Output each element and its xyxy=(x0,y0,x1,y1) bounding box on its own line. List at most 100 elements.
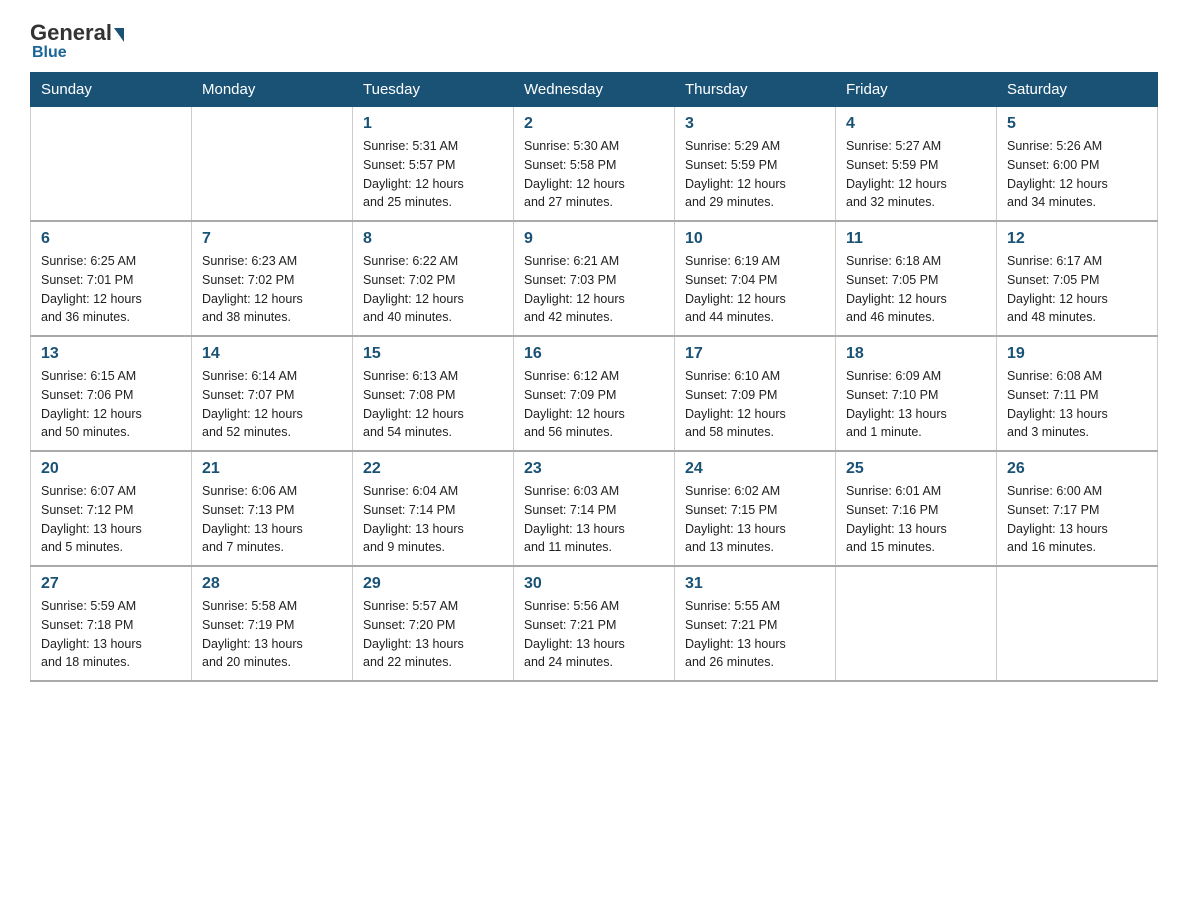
calendar-cell: 7Sunrise: 6:23 AMSunset: 7:02 PMDaylight… xyxy=(192,221,353,336)
day-number: 23 xyxy=(524,460,664,478)
day-info: Sunrise: 6:08 AMSunset: 7:11 PMDaylight:… xyxy=(1007,367,1147,442)
day-number: 8 xyxy=(363,230,503,248)
day-info: Sunrise: 6:12 AMSunset: 7:09 PMDaylight:… xyxy=(524,367,664,442)
day-number: 13 xyxy=(41,345,181,363)
calendar-header: SundayMondayTuesdayWednesdayThursdayFrid… xyxy=(31,73,1158,107)
day-info: Sunrise: 6:09 AMSunset: 7:10 PMDaylight:… xyxy=(846,367,986,442)
calendar-cell: 5Sunrise: 5:26 AMSunset: 6:00 PMDaylight… xyxy=(997,107,1158,222)
calendar-cell: 25 Sunrise: 6:01 AMSunset: 7:16 PMDayligh… xyxy=(836,451,997,566)
day-info: Sunrise: 6:15 AMSunset: 7:06 PMDaylight:… xyxy=(41,367,181,442)
calendar-cell: 20 Sunrise: 6:07 AMSunset: 7:12 PMDayligh… xyxy=(31,451,192,566)
day-of-week-header: Wednesday xyxy=(514,73,675,107)
calendar-cell: 22 Sunrise: 6:04 AMSunset: 7:14 PMDayligh… xyxy=(353,451,514,566)
day-number: 4 xyxy=(846,115,986,133)
day-number: 27 xyxy=(41,575,181,593)
calendar-cell: 14Sunrise: 6:14 AMSunset: 7:07 PMDayligh… xyxy=(192,336,353,451)
day-number: 19 xyxy=(1007,345,1147,363)
logo-blue-text: Blue xyxy=(32,44,67,62)
day-of-week-header: Thursday xyxy=(675,73,836,107)
day-of-week-header: Monday xyxy=(192,73,353,107)
calendar-cell: 8 Sunrise: 6:22 AMSunset: 7:02 PMDaylight… xyxy=(353,221,514,336)
calendar-cell: 18 Sunrise: 6:09 AMSunset: 7:10 PMDayligh… xyxy=(836,336,997,451)
day-number: 22 xyxy=(363,460,503,478)
day-number: 20 xyxy=(41,460,181,478)
day-info: Sunrise: 6:03 AMSunset: 7:14 PMDaylight:… xyxy=(524,482,664,557)
day-number: 24 xyxy=(685,460,825,478)
page-header: General Blue xyxy=(30,20,1158,62)
day-number: 18 xyxy=(846,345,986,363)
calendar-cell: 10Sunrise: 6:19 AMSunset: 7:04 PMDayligh… xyxy=(675,221,836,336)
day-info: Sunrise: 5:30 AMSunset: 5:58 PMDaylight:… xyxy=(524,137,664,212)
calendar-cell: 23 Sunrise: 6:03 AMSunset: 7:14 PMDayligh… xyxy=(514,451,675,566)
calendar-cell: 17Sunrise: 6:10 AMSunset: 7:09 PMDayligh… xyxy=(675,336,836,451)
day-info: Sunrise: 5:55 AMSunset: 7:21 PMDaylight:… xyxy=(685,597,825,672)
calendar-cell xyxy=(192,107,353,222)
day-number: 12 xyxy=(1007,230,1147,248)
day-of-week-header: Tuesday xyxy=(353,73,514,107)
day-info: Sunrise: 6:07 AMSunset: 7:12 PMDaylight:… xyxy=(41,482,181,557)
calendar-cell: 2 Sunrise: 5:30 AMSunset: 5:58 PMDaylight… xyxy=(514,107,675,222)
calendar-cell: 11 Sunrise: 6:18 AMSunset: 7:05 PMDayligh… xyxy=(836,221,997,336)
day-info: Sunrise: 6:18 AMSunset: 7:05 PMDaylight:… xyxy=(846,252,986,327)
day-info: Sunrise: 5:56 AMSunset: 7:21 PMDaylight:… xyxy=(524,597,664,672)
day-number: 14 xyxy=(202,345,342,363)
day-info: Sunrise: 6:06 AMSunset: 7:13 PMDaylight:… xyxy=(202,482,342,557)
calendar-cell: 30Sunrise: 5:56 AMSunset: 7:21 PMDayligh… xyxy=(514,566,675,681)
day-info: Sunrise: 6:17 AMSunset: 7:05 PMDaylight:… xyxy=(1007,252,1147,327)
logo-general-text: General xyxy=(30,20,112,46)
day-number: 21 xyxy=(202,460,342,478)
day-number: 11 xyxy=(846,230,986,248)
day-info: Sunrise: 6:25 AMSunset: 7:01 PMDaylight:… xyxy=(41,252,181,327)
calendar-cell: 1 Sunrise: 5:31 AMSunset: 5:57 PMDaylight… xyxy=(353,107,514,222)
day-of-week-header: Friday xyxy=(836,73,997,107)
day-number: 17 xyxy=(685,345,825,363)
day-number: 9 xyxy=(524,230,664,248)
calendar-cell: 24 Sunrise: 6:02 AMSunset: 7:15 PMDayligh… xyxy=(675,451,836,566)
calendar-cell: 28Sunrise: 5:58 AMSunset: 7:19 PMDayligh… xyxy=(192,566,353,681)
day-number: 25 xyxy=(846,460,986,478)
calendar-cell: 26Sunrise: 6:00 AMSunset: 7:17 PMDayligh… xyxy=(997,451,1158,566)
day-info: Sunrise: 5:27 AMSunset: 5:59 PMDaylight:… xyxy=(846,137,986,212)
calendar-cell: 15 Sunrise: 6:13 AMSunset: 7:08 PMDayligh… xyxy=(353,336,514,451)
day-number: 29 xyxy=(363,575,503,593)
day-number: 15 xyxy=(363,345,503,363)
day-info: Sunrise: 5:29 AMSunset: 5:59 PMDaylight:… xyxy=(685,137,825,212)
calendar-cell: 4 Sunrise: 5:27 AMSunset: 5:59 PMDaylight… xyxy=(836,107,997,222)
day-info: Sunrise: 5:59 AMSunset: 7:18 PMDaylight:… xyxy=(41,597,181,672)
day-number: 3 xyxy=(685,115,825,133)
day-number: 16 xyxy=(524,345,664,363)
day-number: 6 xyxy=(41,230,181,248)
day-info: Sunrise: 6:04 AMSunset: 7:14 PMDaylight:… xyxy=(363,482,503,557)
calendar-cell: 6 Sunrise: 6:25 AMSunset: 7:01 PMDaylight… xyxy=(31,221,192,336)
calendar-cell: 19 Sunrise: 6:08 AMSunset: 7:11 PMDayligh… xyxy=(997,336,1158,451)
day-info: Sunrise: 5:31 AMSunset: 5:57 PMDaylight:… xyxy=(363,137,503,212)
day-number: 5 xyxy=(1007,115,1147,133)
calendar-cell xyxy=(997,566,1158,681)
day-number: 7 xyxy=(202,230,342,248)
calendar-cell: 27 Sunrise: 5:59 AMSunset: 7:18 PMDayligh… xyxy=(31,566,192,681)
calendar-body: 1 Sunrise: 5:31 AMSunset: 5:57 PMDaylight… xyxy=(31,107,1158,682)
day-info: Sunrise: 6:00 AMSunset: 7:17 PMDaylight:… xyxy=(1007,482,1147,557)
calendar-cell: 13 Sunrise: 6:15 AMSunset: 7:06 PMDayligh… xyxy=(31,336,192,451)
calendar-week-row: 20 Sunrise: 6:07 AMSunset: 7:12 PMDayligh… xyxy=(31,451,1158,566)
calendar-cell: 12 Sunrise: 6:17 AMSunset: 7:05 PMDayligh… xyxy=(997,221,1158,336)
calendar-cell: 21 Sunrise: 6:06 AMSunset: 7:13 PMDayligh… xyxy=(192,451,353,566)
day-of-week-header: Sunday xyxy=(31,73,192,107)
day-number: 31 xyxy=(685,575,825,593)
day-of-week-header: Saturday xyxy=(997,73,1158,107)
day-info: Sunrise: 6:01 AMSunset: 7:16 PMDaylight:… xyxy=(846,482,986,557)
calendar-week-row: 27 Sunrise: 5:59 AMSunset: 7:18 PMDayligh… xyxy=(31,566,1158,681)
calendar-cell: 31 Sunrise: 5:55 AMSunset: 7:21 PMDayligh… xyxy=(675,566,836,681)
day-info: Sunrise: 6:22 AMSunset: 7:02 PMDaylight:… xyxy=(363,252,503,327)
day-number: 28 xyxy=(202,575,342,593)
calendar-week-row: 6 Sunrise: 6:25 AMSunset: 7:01 PMDaylight… xyxy=(31,221,1158,336)
logo-arrow-icon xyxy=(114,28,124,42)
day-number: 2 xyxy=(524,115,664,133)
day-info: Sunrise: 6:13 AMSunset: 7:08 PMDaylight:… xyxy=(363,367,503,442)
calendar-week-row: 13 Sunrise: 6:15 AMSunset: 7:06 PMDayligh… xyxy=(31,336,1158,451)
day-info: Sunrise: 6:02 AMSunset: 7:15 PMDaylight:… xyxy=(685,482,825,557)
calendar-cell xyxy=(31,107,192,222)
calendar-cell xyxy=(836,566,997,681)
day-number: 10 xyxy=(685,230,825,248)
day-number: 1 xyxy=(363,115,503,133)
